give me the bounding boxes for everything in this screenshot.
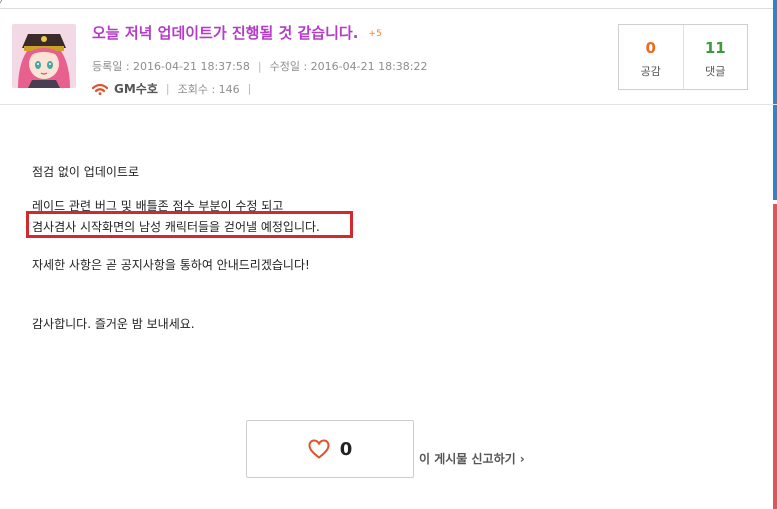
view-count: 조회수 : 146 bbox=[177, 82, 240, 96]
meta-separator: | bbox=[247, 82, 252, 95]
heart-icon bbox=[308, 439, 330, 459]
like-button[interactable]: 0 bbox=[246, 420, 414, 478]
likes-stat[interactable]: 0 공감 bbox=[619, 25, 683, 89]
author-name[interactable]: GM수호 bbox=[114, 80, 158, 97]
top-fragment-mark: ⁄ bbox=[0, 0, 2, 8]
comments-count: 11 bbox=[704, 39, 726, 57]
likes-label: 공감 bbox=[640, 65, 661, 78]
header-divider bbox=[0, 104, 777, 105]
meta-separator: | bbox=[257, 60, 262, 73]
top-divider bbox=[0, 8, 777, 9]
report-label: 이 게시물 신고하기 bbox=[419, 452, 516, 466]
post-dates: 등록일 : 2016-04-21 18:37:58 | 수정일 : 2016-04-… bbox=[92, 58, 428, 74]
title-badge: +5 bbox=[368, 29, 382, 39]
post-title: 오늘 저녁 업데이트가 진행될 것 같습니다. +5 bbox=[92, 22, 382, 43]
avatar-image bbox=[12, 24, 76, 88]
scroll-edge-red bbox=[773, 204, 777, 509]
post-title-text: 오늘 저녁 업데이트가 진행될 것 같습니다. bbox=[92, 24, 359, 42]
author-line: GM수호 | 조회수 : 146 | bbox=[92, 80, 259, 97]
comments-label: 댓글 bbox=[705, 65, 726, 78]
content-line-5: 감사합니다. 즐거운 밤 보내세요. bbox=[32, 317, 195, 331]
meta-separator: | bbox=[165, 82, 170, 95]
likes-count: 0 bbox=[645, 39, 656, 57]
wifi-icon bbox=[92, 83, 108, 95]
registered-date: 등록일 : 2016-04-21 18:37:58 bbox=[92, 60, 250, 73]
like-count: 0 bbox=[339, 438, 353, 460]
comments-stat[interactable]: 11 댓글 bbox=[682, 25, 748, 89]
stats-box: 0 공감 11 댓글 bbox=[618, 24, 748, 90]
chevron-right-icon: › bbox=[519, 452, 525, 466]
content-line-4: 자세한 사항은 곧 공지사항을 통하여 안내드리겠습니다! bbox=[32, 258, 310, 272]
avatar[interactable] bbox=[12, 24, 76, 88]
report-link[interactable]: 이 게시물 신고하기 › bbox=[419, 450, 525, 467]
scroll-edge-blue bbox=[773, 0, 777, 200]
highlight-box bbox=[26, 211, 353, 238]
modified-date: 수정일 : 2016-04-21 18:38:22 bbox=[269, 60, 428, 73]
content-line-1: 점검 없이 업데이트로 bbox=[32, 165, 139, 179]
